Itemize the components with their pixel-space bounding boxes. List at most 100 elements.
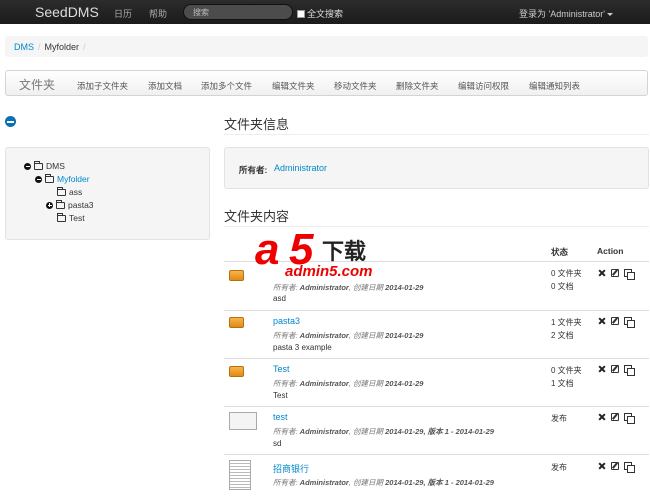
owner-link[interactable]: Administrator <box>274 163 327 173</box>
table-row[interactable]: 招商银行 所有者: Administrator, 创建日期 2014-01-29… <box>224 455 649 503</box>
breadcrumb-myfolder[interactable]: Myfolder <box>45 42 80 52</box>
breadcrumb-separator: / <box>83 42 86 52</box>
folder-icon <box>229 270 244 281</box>
watermark-logo: a 5 下载 admin5.com <box>255 225 373 281</box>
item-name-link[interactable]: test <box>273 412 288 422</box>
folder-icon <box>34 160 43 170</box>
tree-node-label: Myfolder <box>57 174 90 184</box>
collapse-icon[interactable] <box>35 175 42 183</box>
item-meta: 所有者: Administrator, 创建日期 2014-01-29 <box>273 283 424 292</box>
item-name-link[interactable]: pasta3 <box>273 316 300 326</box>
table-row[interactable]: pasta3 所有者: Administrator, 创建日期 2014-01-… <box>224 311 649 358</box>
edit-icon[interactable] <box>611 365 619 373</box>
divider <box>224 226 649 227</box>
document-thumbnail[interactable] <box>229 460 251 490</box>
brand-logo[interactable]: SeedDMS <box>35 4 99 20</box>
fulltext-label: 全文搜索 <box>307 9 344 19</box>
tree-node-test[interactable]: Test <box>57 212 85 223</box>
breadcrumb-dms[interactable]: DMS <box>14 42 34 52</box>
folder-icon <box>57 186 66 196</box>
folder-icon <box>229 317 244 328</box>
item-status: 发布 <box>551 414 567 423</box>
copy-icon[interactable] <box>624 269 635 280</box>
edit-icon[interactable] <box>611 317 619 325</box>
edit-icon[interactable] <box>611 269 619 277</box>
item-description: sd <box>273 439 282 448</box>
delete-icon[interactable] <box>598 462 606 470</box>
column-status: 状态 <box>551 247 569 257</box>
copy-icon[interactable] <box>624 462 635 473</box>
column-action: Action <box>597 246 624 256</box>
item-meta: 所有者: Administrator, 创建日期 2014-01-29, 版本 … <box>273 427 494 436</box>
tree-node-dms[interactable]: DMS <box>24 160 65 171</box>
delete-icon[interactable] <box>598 269 606 277</box>
delete-icon[interactable] <box>598 413 606 421</box>
folder-tree: DMS Myfolder ass pasta3 Test <box>5 147 210 240</box>
add-multiple-files-button[interactable]: 添加多个文件 <box>201 80 252 92</box>
folder-icon <box>56 199 65 209</box>
item-meta: 所有者: Administrator, 创建日期 2014-01-29 <box>273 331 424 340</box>
folder-icon <box>57 212 66 222</box>
copy-icon[interactable] <box>624 317 635 328</box>
add-document-button[interactable]: 添加文档 <box>148 80 182 92</box>
edit-access-button[interactable]: 编辑访问权限 <box>458 80 509 92</box>
fulltext-option[interactable]: 全文搜索 <box>297 7 343 20</box>
owner-label: 所有者: <box>239 165 268 175</box>
item-actions <box>598 269 635 280</box>
move-folder-button[interactable]: 移动文件夹 <box>334 80 377 92</box>
table-row[interactable]: test 所有者: Administrator, 创建日期 2014-01-29… <box>224 407 649 454</box>
item-status: 0 文件夹 1 文档 <box>551 366 582 388</box>
folder-content-heading: 文件夹内容 <box>224 209 290 224</box>
tree-node-label: pasta3 <box>68 200 94 210</box>
folder-info-heading: 文件夹信息 <box>224 117 290 132</box>
add-subfolder-button[interactable]: 添加子文件夹 <box>77 80 128 92</box>
breadcrumb: DMS / Myfolder / <box>5 36 648 57</box>
edit-icon[interactable] <box>611 413 619 421</box>
item-description: Test <box>273 391 288 400</box>
item-name-link[interactable]: 招商银行 <box>273 462 309 475</box>
tree-node-label: Test <box>69 213 85 223</box>
item-meta: 所有者: Administrator, 创建日期 2014-01-29 <box>273 379 424 388</box>
item-name-link[interactable]: Test <box>273 364 290 374</box>
table-row[interactable]: Test 所有者: Administrator, 创建日期 2014-01-29… <box>224 359 649 406</box>
edit-icon[interactable] <box>611 462 619 470</box>
nav-calendar[interactable]: 日历 <box>114 7 132 20</box>
item-status: 1 文件夹 2 文档 <box>551 318 582 340</box>
tree-node-myfolder[interactable]: Myfolder <box>35 173 90 184</box>
item-status: 发布 <box>551 463 567 472</box>
copy-icon[interactable] <box>624 413 635 424</box>
item-description: asd <box>273 294 286 303</box>
folder-info-panel: 所有者: Administrator <box>224 147 649 189</box>
nav-help[interactable]: 帮助 <box>149 7 167 20</box>
delete-icon[interactable] <box>598 365 606 373</box>
user-menu[interactable]: 登录为 'Administrator' <box>519 7 613 20</box>
edit-folder-button[interactable]: 编辑文件夹 <box>272 80 315 92</box>
folder-toolbar: 文件夹 添加子文件夹 添加文档 添加多个文件 编辑文件夹 移动文件夹 删除文件夹… <box>5 70 648 96</box>
collapse-icon[interactable] <box>24 162 31 170</box>
item-actions <box>598 413 635 424</box>
fulltext-checkbox[interactable] <box>297 9 305 18</box>
search-input[interactable]: 搜索 <box>183 4 293 20</box>
edit-notify-button[interactable]: 编辑通知列表 <box>529 80 580 92</box>
document-thumbnail[interactable] <box>229 412 257 430</box>
tree-node-pasta3[interactable]: pasta3 <box>46 199 94 210</box>
item-actions <box>598 365 635 376</box>
tree-node-ass[interactable]: ass <box>57 186 82 197</box>
item-actions <box>598 462 635 473</box>
expand-icon[interactable] <box>46 201 53 209</box>
item-description: pasta 3 example <box>273 343 332 352</box>
breadcrumb-separator: / <box>38 42 41 52</box>
collapse-tree-icon[interactable] <box>5 116 16 127</box>
folder-icon <box>229 366 244 377</box>
item-actions <box>598 317 635 328</box>
delete-icon[interactable] <box>598 317 606 325</box>
chevron-down-icon <box>606 13 613 17</box>
item-meta: 所有者: Administrator, 创建日期 2014-01-29, 版本 … <box>273 478 494 487</box>
top-navbar: SeedDMS 日历 帮助 搜索 全文搜索 登录为 'Administrator… <box>0 0 650 24</box>
folder-icon <box>45 173 54 183</box>
copy-icon[interactable] <box>624 365 635 376</box>
toolbar-title: 文件夹 <box>19 78 56 92</box>
delete-folder-button[interactable]: 删除文件夹 <box>396 80 439 92</box>
user-label: 登录为 'Administrator' <box>519 9 605 19</box>
item-status: 0 文件夹 0 文档 <box>551 269 582 291</box>
